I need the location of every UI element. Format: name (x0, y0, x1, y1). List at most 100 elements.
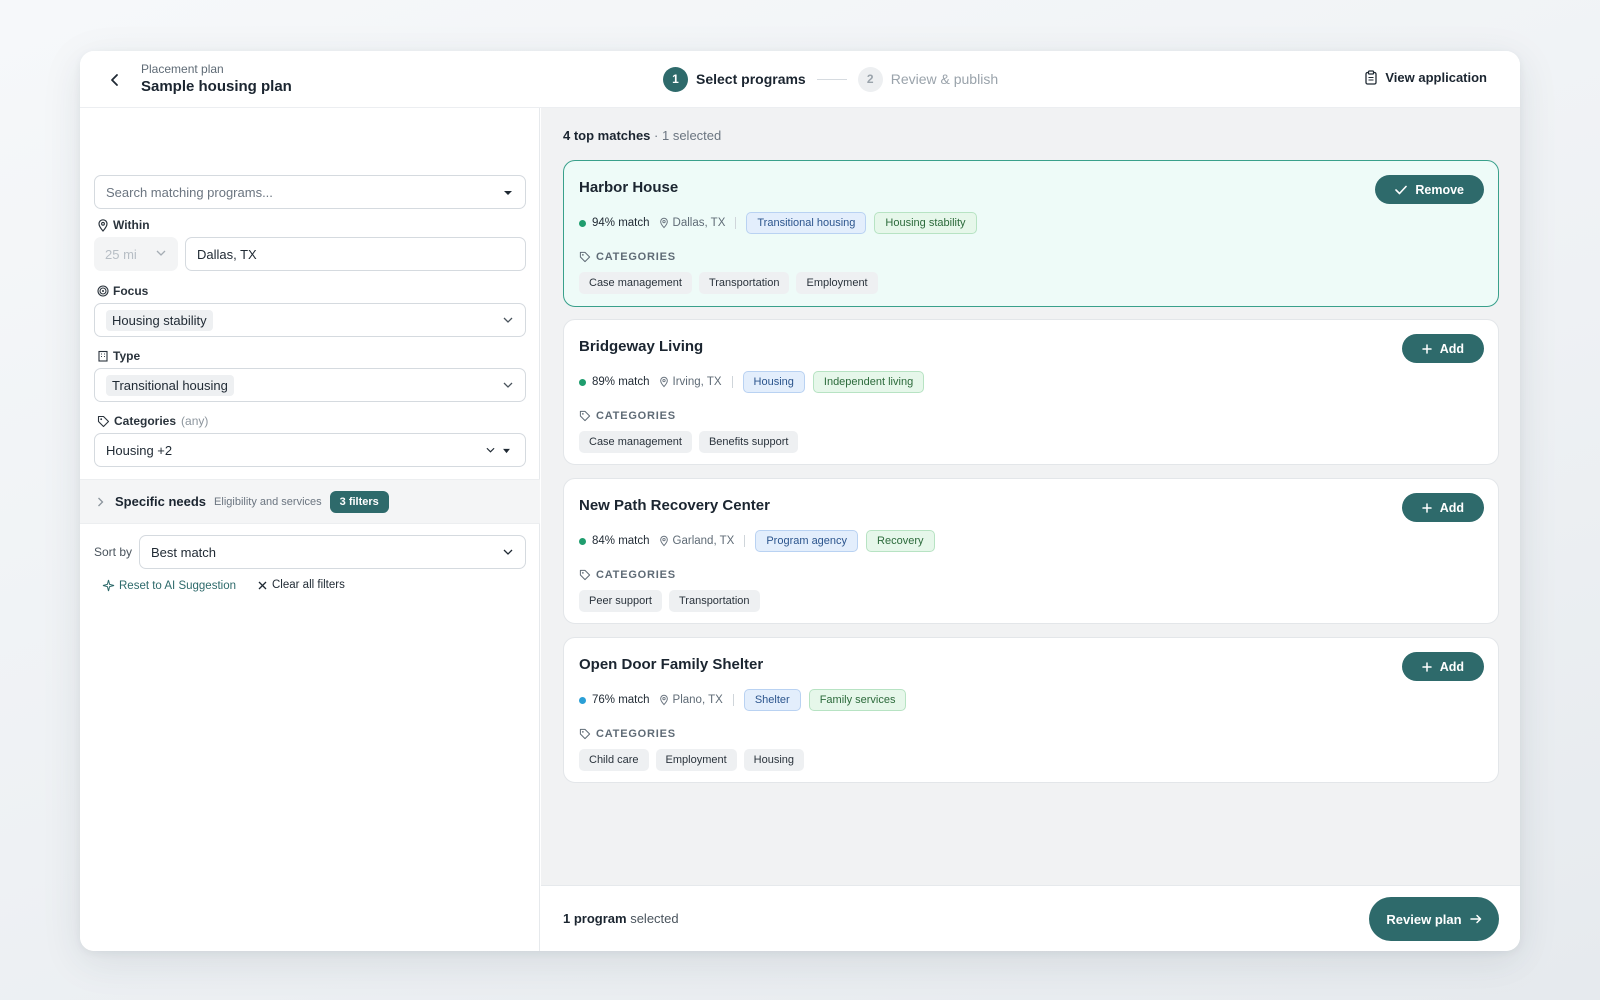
category-chips: Case management Benefits support (579, 431, 805, 453)
meta-divider (731, 376, 733, 388)
program-name: New Path Recovery Center (579, 497, 770, 514)
match-dot (579, 378, 586, 386)
remove-program-button[interactable]: Remove (1375, 175, 1484, 204)
categories-heading: CATEGORIES (579, 569, 676, 581)
add-label: Add (1439, 500, 1464, 515)
meta-divider (744, 535, 746, 547)
step-connector (816, 78, 847, 80)
target-icon (97, 285, 109, 297)
categories-heading: CATEGORIES (579, 728, 676, 740)
add-program-button[interactable]: Add (1401, 493, 1484, 522)
clear-all-filters-link[interactable]: Clear all filters (258, 579, 345, 591)
focus-select[interactable]: Housing stability (94, 303, 526, 337)
clipboard-icon (1365, 70, 1378, 85)
distance-value: 25 mi (105, 246, 137, 262)
filters-count-badge: 3 filters (329, 490, 389, 513)
categories-select[interactable]: Housing +2 (94, 433, 526, 467)
categories-heading-text: CATEGORIES (596, 728, 676, 740)
add-program-button[interactable]: Add (1401, 652, 1484, 681)
match-score: 94% match (592, 217, 650, 229)
chevron-down-icon (156, 250, 166, 256)
step-2-label[interactable]: Review & publish (891, 71, 998, 87)
map-pin-icon (659, 694, 668, 706)
within-label: Within (113, 218, 150, 232)
category-chips: Case management Transportation Employmen… (579, 272, 885, 294)
program-card[interactable]: New Path Recovery Center 84% match Garla… (563, 478, 1499, 624)
plus-icon (1421, 661, 1432, 672)
check-icon (1395, 185, 1408, 194)
caret-down-icon (504, 191, 512, 195)
selection-footer: 1 program selected Review plan (541, 885, 1520, 951)
match-score: 76% match (592, 694, 650, 706)
meta-divider (732, 694, 734, 706)
reset-label: Reset to AI Suggestion (119, 579, 236, 592)
program-location: Plano, TX (659, 694, 723, 706)
program-type-tag: Housing (742, 371, 805, 393)
sort-select[interactable]: Best match (139, 535, 526, 569)
step-1-number[interactable]: 1 (663, 66, 688, 92)
stepper: 1 Select programs 2 Review & publish (663, 66, 998, 92)
chevron-down-icon (503, 382, 513, 388)
program-focus-tag: Housing stability (874, 212, 977, 234)
step-1-label[interactable]: Select programs (696, 71, 806, 87)
program-name: Harbor House (579, 179, 679, 196)
program-card[interactable]: Open Door Family Shelter 76% match Plano… (563, 637, 1499, 783)
step-2-number[interactable]: 2 (857, 66, 883, 92)
focus-label: Focus (113, 284, 149, 298)
match-dot (579, 219, 586, 227)
category-chip: Case management (579, 431, 692, 453)
back-button[interactable] (104, 69, 126, 91)
chevron-down-icon (503, 317, 513, 323)
categories-hint: (any) (181, 414, 209, 428)
program-name: Open Door Family Shelter (579, 656, 764, 673)
close-icon (258, 581, 267, 589)
program-meta: 94% match Dallas, TX Transitional housin… (579, 211, 977, 235)
program-name: Bridgeway Living (579, 338, 704, 355)
match-score: 89% match (592, 376, 650, 388)
clear-label: Clear all filters (272, 579, 345, 591)
map-pin-icon (659, 535, 668, 547)
program-type-tag: Shelter (743, 689, 801, 711)
plus-icon (1421, 343, 1432, 354)
program-type-tag: Transitional housing (746, 212, 867, 234)
map-pin-icon (659, 376, 668, 388)
plan-title: Sample housing plan (141, 78, 292, 95)
top-header: Placement plan Sample housing plan 1 Sel… (80, 51, 1520, 108)
program-card[interactable]: Bridgeway Living 89% match Irving, TX Ho… (563, 319, 1499, 465)
program-location: Irving, TX (659, 376, 722, 388)
search-programs-input[interactable]: Search matching programs... (94, 175, 526, 209)
type-select[interactable]: Transitional housing (94, 368, 526, 402)
type-label: Type (113, 349, 141, 363)
building-icon (98, 350, 108, 362)
location-input[interactable]: Dallas, TX (185, 237, 526, 271)
reset-ai-suggestion-link[interactable]: Reset to AI Suggestion (102, 579, 236, 592)
categories-label: Categories (114, 414, 177, 428)
view-application-button[interactable]: View application (1364, 70, 1487, 85)
results-selected: · 1 selected (654, 128, 722, 143)
location-value: Dallas, TX (197, 246, 257, 262)
categories-heading: CATEGORIES (579, 251, 676, 263)
review-plan-button[interactable]: Review plan (1369, 897, 1499, 941)
caret-down-icon (503, 448, 510, 454)
add-program-button[interactable]: Add (1401, 334, 1484, 363)
remove-label: Remove (1415, 182, 1464, 197)
category-chip: Child care (579, 749, 649, 771)
selection-count: 1 program selected (563, 911, 679, 926)
add-label: Add (1439, 659, 1464, 674)
distance-select[interactable]: 25 mi (94, 237, 178, 271)
sort-by-label: Sort by (94, 545, 133, 559)
program-focus-tag: Recovery (866, 530, 935, 552)
program-meta: 84% match Garland, TX Program agency Rec… (579, 529, 935, 553)
focus-label-row: Focus (97, 284, 148, 298)
category-chip: Benefits support (698, 431, 799, 453)
program-location: Dallas, TX (659, 217, 725, 229)
specific-needs-toggle[interactable]: Specific needs Eligibility and services … (80, 479, 540, 524)
type-label-row: Type (97, 349, 140, 363)
program-location: Garland, TX (659, 535, 734, 547)
chevron-down-icon (503, 549, 513, 555)
category-chip: Transportation (698, 272, 790, 294)
category-chip: Transportation (668, 590, 760, 612)
plan-eyebrow: Placement plan (141, 62, 224, 76)
app-window: Placement plan Sample housing plan 1 Sel… (80, 51, 1520, 951)
program-card[interactable]: Harbor House 94% match Dallas, TX Transi… (563, 160, 1499, 307)
